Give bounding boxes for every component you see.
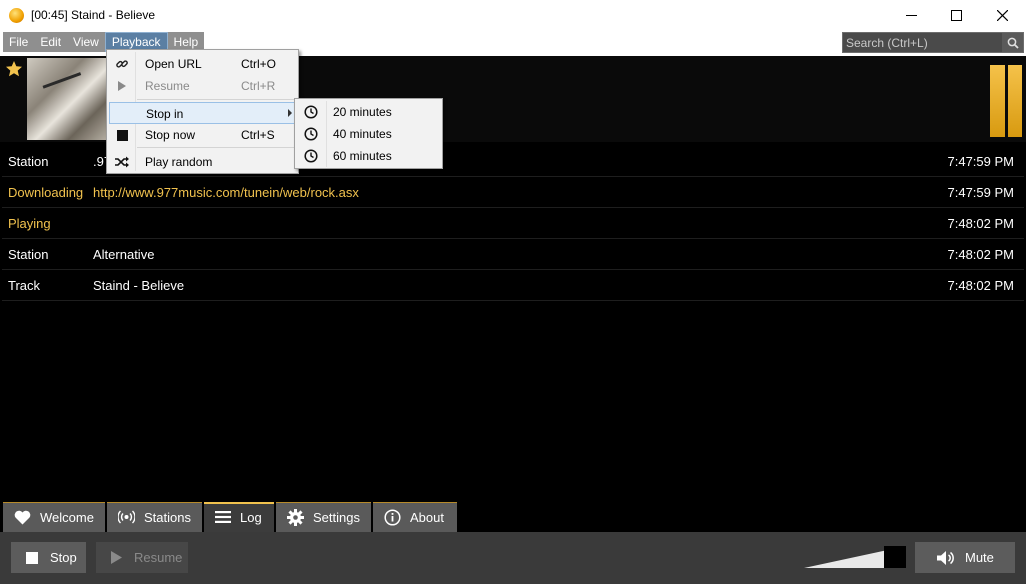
tab-label: About xyxy=(410,509,444,525)
menu-item-play-random[interactable]: Play random xyxy=(109,151,297,173)
volume-slider[interactable] xyxy=(804,546,906,568)
maximize-button[interactable] xyxy=(933,0,979,31)
menu-item-shortcut: Ctrl+R xyxy=(241,79,276,93)
mute-button[interactable]: Mute xyxy=(915,542,1015,573)
minimize-icon xyxy=(905,15,917,16)
album-art xyxy=(27,58,109,140)
resume-button[interactable]: Resume xyxy=(96,542,188,573)
log-value: Alternative xyxy=(93,247,155,262)
tab-settings[interactable]: Settings xyxy=(276,502,373,532)
log-value: Staind - Believe xyxy=(93,278,185,293)
log-row: Downloading http://www.977music.com/tune… xyxy=(2,177,1024,208)
menu-file[interactable]: File xyxy=(3,32,34,52)
log-key: Downloading xyxy=(8,185,84,200)
search-input[interactable] xyxy=(843,33,1001,52)
menu-edit[interactable]: Edit xyxy=(34,32,67,52)
log-key: Station xyxy=(8,154,49,169)
vu-meter xyxy=(990,65,1022,137)
tab-welcome[interactable]: Welcome xyxy=(3,502,107,532)
play-icon xyxy=(115,79,129,93)
list-icon xyxy=(215,511,231,523)
playback-menu: Open URL Ctrl+O Resume Ctrl+R Stop in St… xyxy=(106,49,299,174)
menu-item-resume[interactable]: Resume Ctrl+R xyxy=(109,75,297,97)
stop-in-submenu: 20 minutes 40 minutes 60 minutes xyxy=(294,98,443,169)
search-box xyxy=(842,32,1024,53)
menu-item-label: Stop in xyxy=(146,107,184,121)
favorite-star-icon[interactable] xyxy=(5,60,23,81)
stop-button[interactable]: Stop xyxy=(11,542,86,573)
log-value[interactable]: http://www.977music.com/tunein/web/rock.… xyxy=(93,185,359,200)
submenu-item-label: 60 minutes xyxy=(333,149,392,163)
log-key: Station xyxy=(8,247,49,262)
submenu-arrow-icon xyxy=(288,109,292,117)
control-bar: Stop Resume Mute xyxy=(0,532,1026,584)
menu-item-label: Stop now xyxy=(145,128,196,142)
log-row: Playing 7:48:02 PM xyxy=(2,208,1024,239)
clock-icon xyxy=(304,149,318,166)
shuffle-icon xyxy=(115,155,129,169)
broadcast-icon xyxy=(118,510,135,524)
tab-about[interactable]: About xyxy=(373,502,459,532)
menu-separator xyxy=(137,147,297,148)
menu-view[interactable]: View xyxy=(67,32,105,52)
tab-label: Settings xyxy=(313,509,360,525)
menu-item-shortcut: Ctrl+O xyxy=(241,57,277,71)
log-key: Track xyxy=(8,278,41,293)
tab-label: Welcome xyxy=(40,509,94,525)
resume-button-label: Resume xyxy=(134,550,183,565)
menu-item-shortcut: Ctrl+S xyxy=(241,128,275,142)
log-row: Station Alternative 7:48:02 PM xyxy=(2,239,1024,270)
menu-separator xyxy=(137,99,297,100)
info-icon xyxy=(384,508,401,526)
search-button[interactable] xyxy=(1002,33,1023,52)
vu-meter-right xyxy=(1007,65,1022,137)
stop-icon xyxy=(26,551,38,564)
log-time: 7:48:02 PM xyxy=(947,278,1015,293)
submenu-item-20-minutes[interactable]: 20 minutes xyxy=(297,101,441,123)
menu-item-stop-now[interactable]: Stop now Ctrl+S xyxy=(109,124,297,146)
menu-item-stop-in[interactable]: Stop in xyxy=(109,102,297,124)
menu-item-label: Resume xyxy=(145,79,190,93)
heart-icon xyxy=(14,510,31,525)
close-button[interactable] xyxy=(979,0,1025,31)
vu-meter-left xyxy=(990,65,1005,137)
log-key: Playing xyxy=(8,216,51,231)
app-icon xyxy=(9,8,24,23)
menu-item-open-url[interactable]: Open URL Ctrl+O xyxy=(109,53,297,75)
tab-log[interactable]: Log xyxy=(204,502,276,532)
submenu-item-label: 40 minutes xyxy=(333,127,392,141)
mute-button-label: Mute xyxy=(965,550,994,565)
close-icon xyxy=(996,10,1008,21)
menu-item-label: Open URL xyxy=(145,57,202,71)
tab-label: Log xyxy=(240,509,262,525)
search-icon xyxy=(1007,37,1019,49)
stop-icon xyxy=(115,128,129,142)
stop-button-label: Stop xyxy=(50,550,77,565)
play-icon xyxy=(111,551,122,564)
log-time: 7:47:59 PM xyxy=(947,154,1015,169)
log-time: 7:48:02 PM xyxy=(947,247,1015,262)
log-row: Track Staind - Believe 7:48:02 PM xyxy=(2,270,1024,301)
menu-item-label: Play random xyxy=(145,155,213,169)
log-time: 7:48:02 PM xyxy=(947,216,1015,231)
speaker-icon xyxy=(937,550,954,565)
tab-stations[interactable]: Stations xyxy=(107,502,204,532)
title-bar: [00:45] Staind - Believe xyxy=(0,0,1026,31)
gear-icon xyxy=(287,508,304,526)
tab-bar: Welcome Stations Log Settings About xyxy=(3,502,459,532)
submenu-item-60-minutes[interactable]: 60 minutes xyxy=(297,145,441,167)
tab-label: Stations xyxy=(144,509,191,525)
clock-icon xyxy=(304,127,318,144)
minimize-button[interactable] xyxy=(888,0,934,31)
submenu-item-40-minutes[interactable]: 40 minutes xyxy=(297,123,441,145)
maximize-icon xyxy=(950,10,962,21)
submenu-item-label: 20 minutes xyxy=(333,105,392,119)
clock-icon xyxy=(304,105,318,122)
log-time: 7:47:59 PM xyxy=(947,185,1015,200)
window-title: [00:45] Staind - Believe xyxy=(31,8,156,22)
link-icon xyxy=(115,57,129,71)
